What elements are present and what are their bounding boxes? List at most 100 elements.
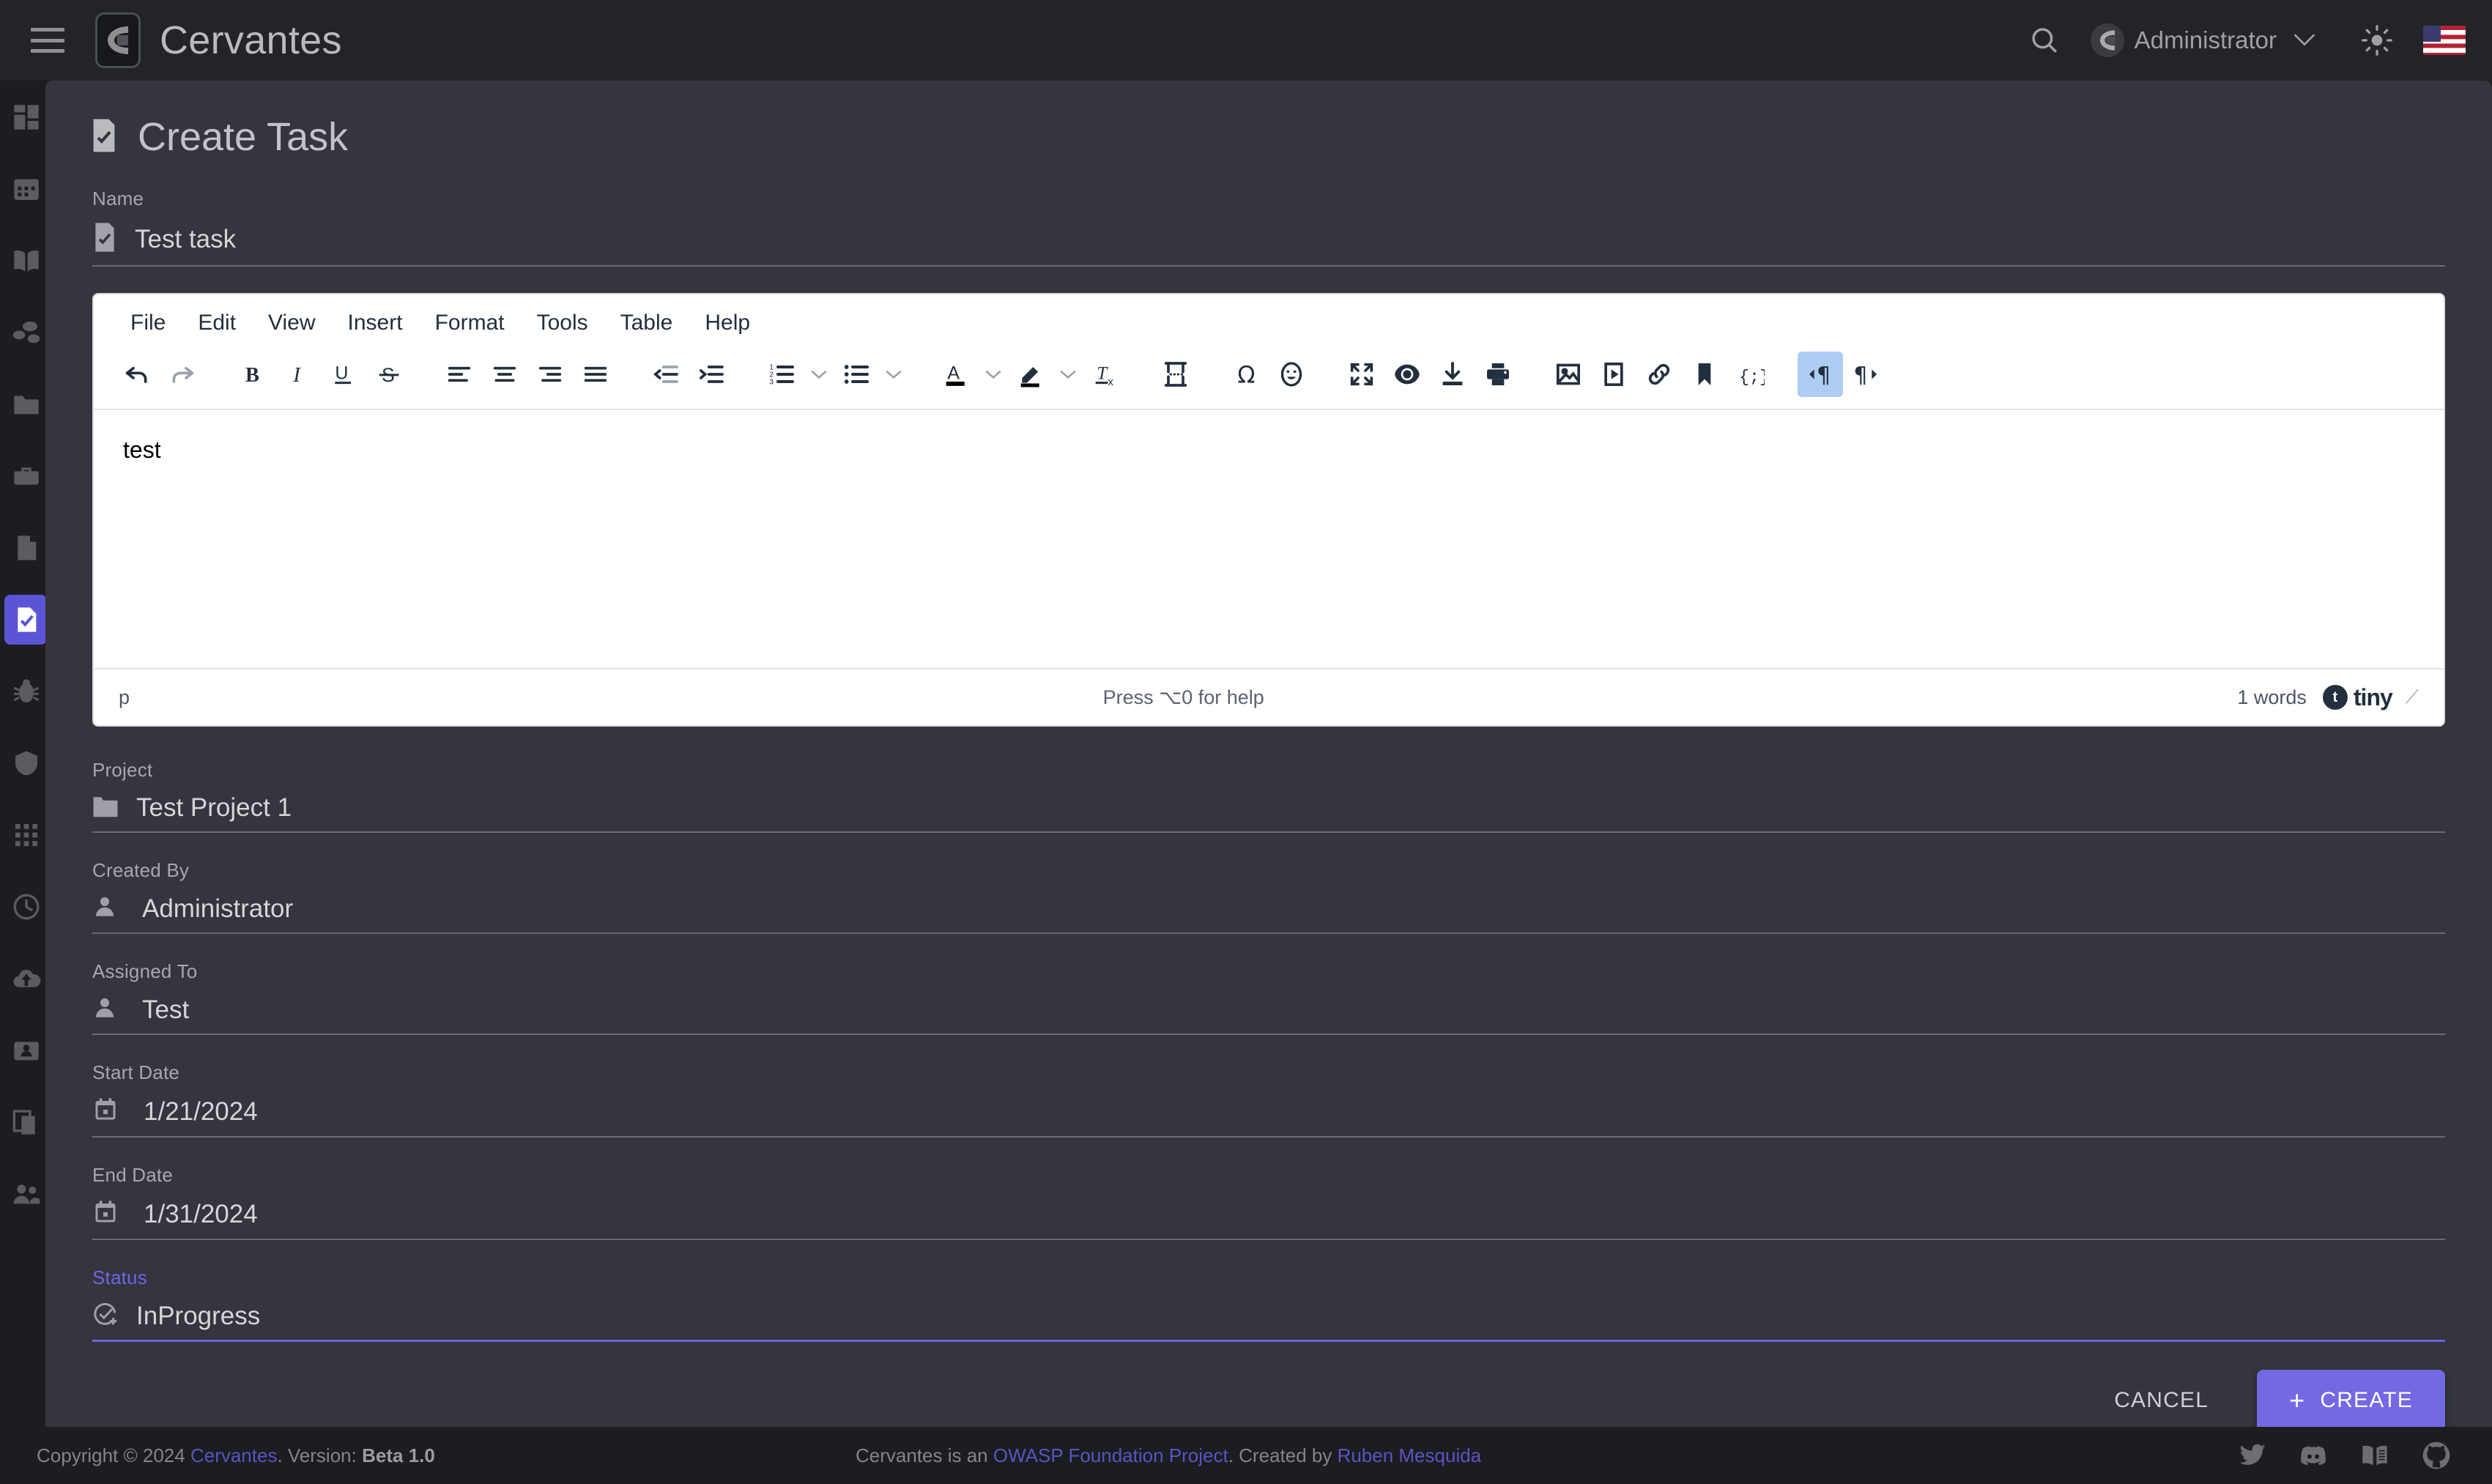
special-character-icon[interactable]: Ω [1223,352,1269,397]
sidebar-item-dashboard[interactable] [1,101,45,133]
outdent-icon[interactable] [643,352,689,397]
insert-link-icon[interactable] [1636,352,1682,397]
sun-icon[interactable] [2351,15,2403,66]
clear-formatting-icon[interactable]: T x [1083,352,1128,397]
field-end-date-value[interactable]: 1/31/2024 [144,1200,258,1229]
ltr-direction-icon[interactable]: ¶ [1798,352,1843,397]
sidebar-item-notes[interactable] [1,1106,45,1138]
editor-menu-help[interactable]: Help [691,305,763,341]
editor-menu-edit[interactable]: Edit [185,305,249,341]
insert-media-icon[interactable] [1591,352,1636,397]
field-status-value[interactable]: InProgress [136,1302,260,1331]
chevron-down-icon[interactable] [979,352,1008,397]
search-icon[interactable] [2019,15,2070,66]
chevron-down-icon[interactable] [2293,29,2316,52]
editor-content-area[interactable]: test [94,410,2444,668]
footer-author-link[interactable]: Ruben Mesquida [1338,1444,1482,1466]
insert-image-icon[interactable] [1546,352,1591,397]
field-end-date-row[interactable]: 1/31/2024 [92,1198,2445,1240]
text-color-icon[interactable]: A [933,352,979,397]
sidebar-item-vulnerabilities[interactable] [1,675,45,708]
sidebar-item-users[interactable] [1,1178,45,1210]
field-status-row[interactable]: InProgress [92,1301,2445,1342]
calendar-icon [92,1096,119,1127]
editor-paragraph[interactable]: test [123,437,2414,464]
bullet-list-icon[interactable] [834,352,879,397]
create-button[interactable]: + CREATE [2257,1370,2445,1427]
field-assigned-to-value[interactable]: Test [142,995,189,1025]
rtl-direction-icon[interactable]: ¶ [1843,352,1888,397]
emoticon-icon[interactable] [1269,352,1314,397]
align-justify-icon[interactable] [573,352,618,397]
align-left-icon[interactable] [437,352,482,397]
editor-element-path[interactable]: p [119,686,130,709]
chevron-down-icon[interactable] [804,352,834,397]
sidebar-item-time-tracking[interactable] [1,891,45,923]
sidebar-item-knowledge-base[interactable] [1,245,45,277]
sidebar-item-uploads[interactable] [1,962,45,995]
sidebar-item-reports[interactable] [1,532,45,564]
docs-icon[interactable] [2360,1442,2389,1469]
numbered-list-icon[interactable]: 123 [759,352,804,397]
field-project-row[interactable]: Test Project 1 [92,793,2445,833]
avatar[interactable] [2090,23,2124,57]
field-name-row[interactable]: Test task [92,222,2445,267]
redo-icon[interactable] [160,352,205,397]
sidebar-item-projects[interactable] [1,388,45,420]
editor-menu-view[interactable]: View [255,305,328,341]
sidebar-item-clients[interactable] [1,460,45,492]
page-break-icon[interactable] [1153,352,1198,397]
editor-menu-file[interactable]: File [117,305,179,341]
footer-brand-link[interactable]: Cervantes [190,1444,278,1466]
sidebar-item-templates[interactable] [1,747,45,779]
chevron-down-icon[interactable] [1053,352,1083,397]
source-code-icon[interactable]: {;} [1727,352,1773,397]
export-icon[interactable] [1430,352,1475,397]
github-icon[interactable] [2422,1441,2451,1470]
field-assigned-to-row[interactable]: Test [92,995,2445,1035]
bold-icon[interactable]: B [230,352,275,397]
field-start-date-value[interactable]: 1/21/2024 [144,1097,258,1127]
editor-menu-format[interactable]: Format [422,305,518,341]
field-name-value[interactable]: Test task [135,225,236,254]
chevron-down-icon[interactable] [879,352,908,397]
align-right-icon[interactable] [527,352,573,397]
discord-icon[interactable] [2299,1442,2328,1469]
editor-menu-insert[interactable]: Insert [335,305,416,341]
footer-owasp-link[interactable]: OWASP Foundation Project [993,1444,1228,1466]
indent-icon[interactable] [689,352,734,397]
field-created-by-row[interactable]: Administrator [92,894,2445,934]
editor-word-count[interactable]: 1 words [2237,686,2307,709]
twitter-icon[interactable] [2239,1442,2266,1469]
editor-menu-table[interactable]: Table [607,305,686,341]
field-start-date-row[interactable]: 1/21/2024 [92,1096,2445,1138]
editor-menu-tools[interactable]: Tools [524,305,601,341]
sidebar-item-apps[interactable] [1,819,45,851]
sidebar-item-tasks[interactable] [1,595,45,645]
field-created-by-value[interactable]: Administrator [142,894,293,924]
anchor-icon[interactable] [1682,352,1727,397]
sidebar-item-calendar[interactable] [1,173,45,205]
user-name[interactable]: Administrator [2135,26,2277,54]
sidebar-item-organizations[interactable] [1,316,45,349]
cancel-button[interactable]: CANCEL [2095,1373,2228,1427]
underline-icon[interactable]: U [321,352,366,397]
fullscreen-icon[interactable] [1339,352,1384,397]
field-project-value[interactable]: Test Project 1 [136,793,292,823]
strikethrough-icon[interactable]: S [366,352,412,397]
italic-icon[interactable]: I [275,352,321,397]
sidebar-item-profile[interactable] [1,1034,45,1066]
brand[interactable]: Cervantes [95,12,342,68]
align-center-icon[interactable] [482,352,527,397]
form-actions: CANCEL + CREATE [45,1351,2492,1427]
preview-icon[interactable] [1384,352,1430,397]
hamburger-icon[interactable] [31,28,64,53]
print-icon[interactable] [1475,352,1521,397]
us-flag-icon[interactable] [2423,26,2466,55]
tiny-branding[interactable]: t tiny [2322,684,2393,711]
rich-text-editor: File Edit View Insert Format Tools Table… [92,293,2445,727]
plus-icon: + [2289,1385,2306,1415]
undo-icon[interactable] [114,352,160,397]
highlight-color-icon[interactable] [1008,352,1053,397]
editor-resize-handle[interactable]: ⟋ [2406,686,2419,709]
